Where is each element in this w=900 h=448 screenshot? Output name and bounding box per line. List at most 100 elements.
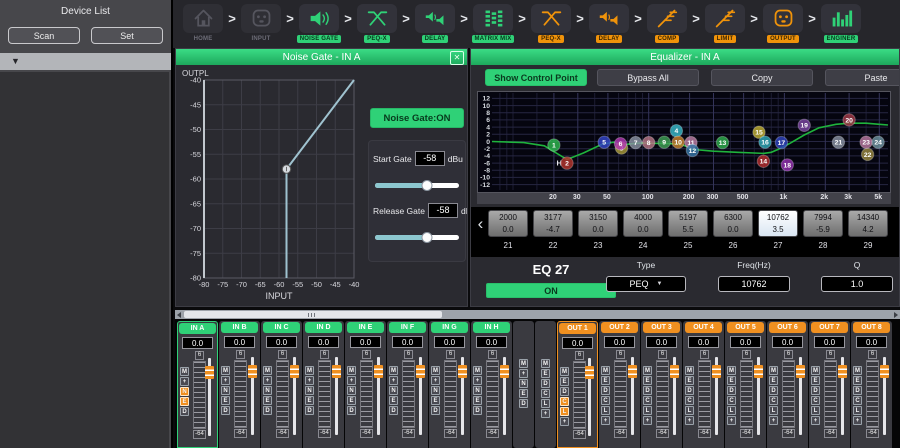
channel-button-m[interactable]: M: [560, 367, 569, 376]
eq-point-17[interactable]: 17: [775, 136, 787, 148]
channel-button-plus[interactable]: +: [431, 376, 440, 385]
toolbar-item-enginer[interactable]: ENGINER: [819, 4, 863, 43]
eq-point-4[interactable]: 4: [670, 125, 682, 137]
eq-band-23[interactable]: 31500.023: [578, 210, 618, 250]
eq-band-26[interactable]: 63000.026: [713, 210, 753, 250]
channel-button-m[interactable]: M: [473, 366, 482, 375]
eq-band-cell[interactable]: 143404.2: [848, 210, 888, 237]
channel-button-e[interactable]: E: [473, 396, 482, 405]
channel-button-l[interactable]: L: [727, 406, 736, 415]
channel-button-m[interactable]: M: [601, 366, 610, 375]
show-control-point-button[interactable]: Show Control Point: [485, 69, 587, 86]
eq-point-8[interactable]: 8: [643, 136, 655, 148]
channel-button-plus[interactable]: +: [811, 416, 820, 425]
channel-button-d[interactable]: D: [389, 406, 398, 415]
channel-button-d[interactable]: D: [519, 399, 528, 408]
eq-point-18[interactable]: 18: [781, 159, 793, 171]
fader-handle[interactable]: [754, 365, 763, 378]
channel-button-n[interactable]: N: [221, 386, 230, 395]
channel-button-e[interactable]: E: [769, 376, 778, 385]
channel-button-m[interactable]: M: [305, 366, 314, 375]
channel-button-d[interactable]: D: [685, 386, 694, 395]
copy-button[interactable]: Copy: [711, 69, 813, 86]
eq-band-22[interactable]: 3177-4.722: [533, 210, 573, 250]
eq-band-21[interactable]: 20000.021: [488, 210, 528, 250]
set-button[interactable]: Set: [91, 27, 163, 44]
eq-point-20[interactable]: 20: [843, 114, 855, 126]
channel-button-d[interactable]: D: [601, 386, 610, 395]
eq-point-1[interactable]: 1: [548, 139, 560, 151]
channel-button-plus[interactable]: +: [769, 416, 778, 425]
channel-button-e[interactable]: E: [221, 396, 230, 405]
channel-button-n[interactable]: N: [473, 386, 482, 395]
paste-button[interactable]: Paste: [825, 69, 900, 86]
channel-button-e[interactable]: E: [541, 369, 550, 378]
channel-button-plus[interactable]: +: [601, 416, 610, 425]
channel-button-e[interactable]: E: [811, 376, 820, 385]
channel-button-d[interactable]: D: [180, 407, 189, 416]
eq-band-24[interactable]: 40000.024: [623, 210, 663, 250]
eq-band-29[interactable]: 143404.229: [848, 210, 888, 250]
eq-point-12[interactable]: 12: [686, 144, 698, 156]
channel-button-e[interactable]: E: [643, 376, 652, 385]
toolbar-item-comp[interactable]: COMP: [645, 4, 689, 43]
eq-band-25[interactable]: 51975.525: [668, 210, 708, 250]
eq-band-cell[interactable]: 107623.5: [758, 210, 798, 237]
eq-point-16[interactable]: 16: [759, 136, 771, 148]
scrollbar-thumb[interactable]: [184, 311, 442, 318]
channel-button-d[interactable]: D: [727, 386, 736, 395]
channel-button-e[interactable]: E: [431, 396, 440, 405]
channel-button-plus[interactable]: +: [519, 369, 528, 378]
channel-button-c[interactable]: C: [541, 389, 550, 398]
channel-button-d[interactable]: D: [769, 386, 778, 395]
close-icon[interactable]: ✕: [450, 51, 464, 65]
slider-thumb[interactable]: [422, 232, 433, 243]
device-list-expander[interactable]: ▼: [0, 53, 171, 70]
channel-button-d[interactable]: D: [263, 406, 272, 415]
toolbar-item-delay[interactable]: DELAY: [413, 4, 457, 43]
eq-point-5[interactable]: 5: [598, 136, 610, 148]
channel-button-m[interactable]: M: [811, 366, 820, 375]
channel-button-e[interactable]: E: [389, 396, 398, 405]
eq-type-dropdown[interactable]: PEQ ▼: [606, 276, 686, 292]
channel-button-plus[interactable]: +: [473, 376, 482, 385]
fader-handle[interactable]: [248, 365, 257, 378]
channel-button-e[interactable]: E: [347, 396, 356, 405]
channel-button-c[interactable]: C: [685, 396, 694, 405]
channel-button-d[interactable]: D: [473, 406, 482, 415]
channel-strip-in-a[interactable]: IN A0.0M+NED6-64: [177, 321, 218, 448]
slider-thumb[interactable]: [422, 180, 433, 191]
eq-band-28[interactable]: 7994-5.928: [803, 210, 843, 250]
channel-button-plus[interactable]: +: [541, 409, 550, 418]
channel-button-m[interactable]: M: [685, 366, 694, 375]
channel-button-e[interactable]: E: [519, 389, 528, 398]
fader-handle[interactable]: [712, 365, 721, 378]
eq-point-23[interactable]: 23: [860, 136, 872, 148]
channel-button-m[interactable]: M: [431, 366, 440, 375]
channel-button-plus[interactable]: +: [263, 376, 272, 385]
eq-band-cell[interactable]: 31500.0: [578, 210, 618, 237]
channel-strip-out-1[interactable]: OUT 10.0MEDCL+6-64: [557, 321, 598, 448]
channel-button-d[interactable]: D: [221, 406, 230, 415]
channel-button-l[interactable]: L: [560, 407, 569, 416]
channel-strip-in-f[interactable]: IN F0.0M+NED6-64: [387, 321, 428, 448]
channel-button-m[interactable]: M: [541, 359, 550, 368]
channel-button-l[interactable]: L: [811, 406, 820, 415]
eq-freq-input[interactable]: 10762: [718, 276, 790, 292]
eq-point-13[interactable]: 13: [716, 136, 728, 148]
mixer-scrollbar[interactable]: [175, 310, 900, 319]
scroll-right-icon[interactable]: [894, 312, 898, 318]
fader-handle[interactable]: [374, 365, 383, 378]
channel-strip-in-c[interactable]: IN C0.0M+NED6-64: [261, 321, 302, 448]
channel-button-e[interactable]: E: [305, 396, 314, 405]
channel-button-c[interactable]: C: [727, 396, 736, 405]
channel-button-m[interactable]: M: [389, 366, 398, 375]
eq-point-24[interactable]: 24: [872, 136, 884, 148]
channel-strip-out-2[interactable]: OUT 20.0MEDCL+6-64: [599, 321, 640, 448]
channel-button-d[interactable]: D: [305, 406, 314, 415]
eq-point-19[interactable]: 19: [798, 119, 810, 131]
channel-button-plus[interactable]: +: [685, 416, 694, 425]
eq-band-27[interactable]: 107623.527: [758, 210, 798, 250]
noise-gate-on-button[interactable]: Noise Gate:ON: [370, 108, 464, 128]
channel-strip-in-e[interactable]: IN E0.0M+NED6-64: [345, 321, 386, 448]
